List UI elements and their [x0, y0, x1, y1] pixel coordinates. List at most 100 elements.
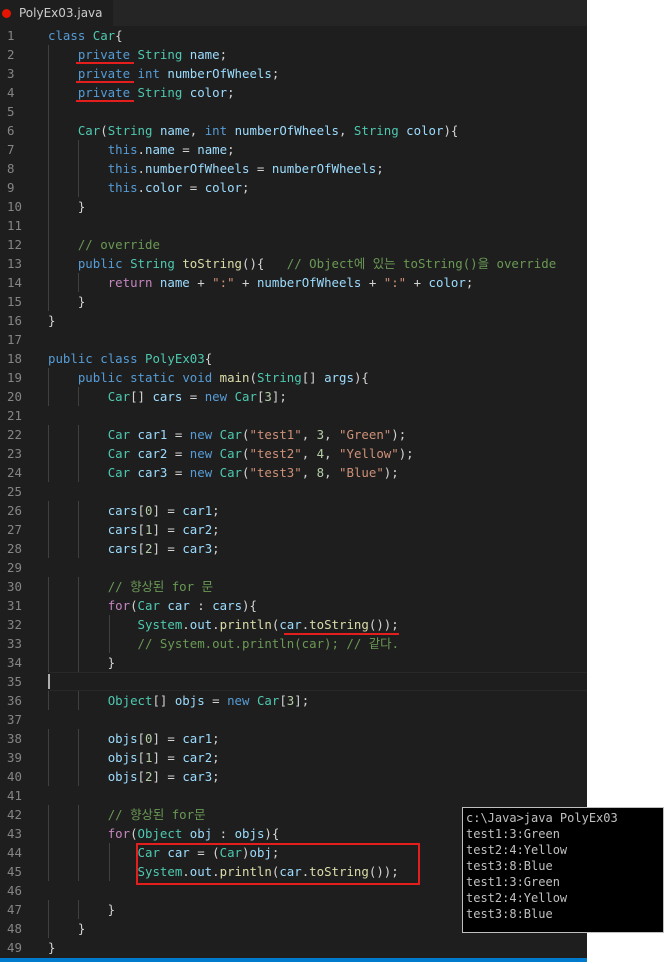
code-token: } — [48, 313, 56, 328]
code-line[interactable]: 14 return name + ":" + numberOfWheels + … — [0, 273, 587, 292]
code-token: [ — [137, 522, 145, 537]
code-line[interactable]: 18 public class PolyEx03{ — [0, 349, 587, 368]
code-token: color — [145, 180, 183, 195]
code-token: private — [77, 47, 131, 62]
code-token: ":" — [383, 275, 407, 290]
code-token: + — [406, 275, 429, 290]
code-line[interactable]: 39 objs[1] = car2; — [0, 748, 587, 767]
code-token: new — [189, 427, 213, 442]
code-line[interactable]: 49} — [0, 938, 587, 957]
code-text: objs[2] = car3; — [48, 767, 220, 786]
line-number: 43 — [7, 826, 22, 841]
code-line[interactable]: 29 — [0, 558, 587, 577]
code-line[interactable]: 36 Object[] objs = new Car[3]; — [0, 691, 587, 710]
line-number: 44 — [7, 845, 22, 860]
code-line[interactable]: 25 — [0, 482, 587, 501]
console-line: test2:4:Yellow — [466, 891, 568, 905]
code-line[interactable]: 20 Car[] cars = new Car[3]; — [0, 387, 587, 406]
code-token: = — [204, 693, 228, 708]
code-line[interactable]: 13 public String toString(){ // Object에 … — [0, 254, 587, 273]
code-line[interactable]: 23 Car car2 = new Car("test2", 4, "Yello… — [0, 444, 587, 463]
code-line[interactable]: 40 objs[2] = car3; — [0, 767, 587, 786]
code-text: public String toString(){ // Object에 있는 … — [48, 254, 556, 273]
code-token: "test3" — [249, 465, 302, 480]
code-text: this.color = color; — [48, 178, 250, 197]
code-token: name — [159, 123, 190, 138]
code-line[interactable]: 28 cars[2] = car3; — [0, 539, 587, 558]
code-line[interactable]: 8 this.numberOfWheels = numberOfWheels; — [0, 159, 587, 178]
code-line[interactable]: 19 public static void main(String[] args… — [0, 368, 587, 387]
code-token: // 향상된 for문 — [107, 807, 206, 822]
line-number: 24 — [7, 465, 22, 480]
code-line[interactable]: 5 — [0, 102, 587, 121]
line-number: 3 — [7, 66, 15, 81]
code-token: Car — [256, 693, 280, 708]
code-line[interactable]: 33 // System.out.println(car); // 같다. — [0, 634, 587, 653]
code-token: System — [137, 617, 183, 632]
code-token: class — [100, 351, 138, 366]
console-output-window: c:\Java>java PolyEx03 test1:3:Green test2:… — [462, 807, 664, 933]
code-line[interactable]: 16} — [0, 311, 587, 330]
code-token: "Blue" — [339, 465, 384, 480]
indent-guide — [48, 102, 49, 121]
code-line[interactable]: 34 } — [0, 653, 587, 672]
code-line[interactable]: 6 Car(String name, int numberOfWheels, S… — [0, 121, 587, 140]
code-line[interactable]: 21 — [0, 406, 587, 425]
code-line[interactable]: 35 — [0, 672, 587, 691]
code-token: [ — [137, 503, 145, 518]
annotation-underline-tostring — [284, 633, 399, 635]
code-token: ]; — [294, 693, 310, 708]
code-line[interactable]: 31 for(Car car : cars){ — [0, 596, 587, 615]
line-number: 19 — [7, 370, 22, 385]
tab-polyex03-java[interactable]: PolyEx03.java — [0, 0, 113, 26]
code-line[interactable]: 27 cars[1] = car2; — [0, 520, 587, 539]
code-line[interactable]: 38 objs[0] = car1; — [0, 729, 587, 748]
code-token: ] = — [152, 750, 183, 765]
code-token: name — [189, 47, 220, 62]
code-line[interactable]: 15 } — [0, 292, 587, 311]
code-line[interactable]: 22 Car car1 = new Car("test1", 3, "Green… — [0, 425, 587, 444]
code-token: new — [189, 446, 213, 461]
console-line: c:\Java>java PolyEx03 — [466, 811, 618, 825]
code-line[interactable]: 17 — [0, 330, 587, 349]
code-line[interactable]: 24 Car car3 = new Car("test3", 8, "Blue"… — [0, 463, 587, 482]
code-token: ; — [227, 85, 235, 100]
code-token: { — [204, 351, 213, 366]
code-line[interactable]: 12 // override — [0, 235, 587, 254]
code-line[interactable]: 11 — [0, 216, 587, 235]
code-token: ); — [391, 427, 407, 442]
code-token: , — [301, 427, 317, 442]
code-token: car — [279, 617, 302, 632]
current-line-highlight — [48, 672, 587, 691]
code-token: } — [48, 902, 116, 917]
code-token: ){ — [353, 370, 369, 385]
code-token: ( — [249, 370, 257, 385]
code-line[interactable]: 30 // 향상된 for 문 — [0, 577, 587, 596]
code-line[interactable]: 32 System.out.println(car.toString()); — [0, 615, 587, 634]
code-line[interactable]: 9 this.color = color; — [0, 178, 587, 197]
code-token: out — [189, 617, 213, 632]
annotation-underline-private-3 — [76, 81, 134, 83]
code-token: ; — [219, 47, 228, 62]
code-line[interactable]: 1 class Car{ — [0, 26, 587, 45]
code-line[interactable]: 41 — [0, 786, 587, 805]
code-token: Object — [107, 693, 153, 708]
code-text: cars[0] = car1; — [48, 501, 220, 520]
code-text: Car car2 = new Car("test2", 4, "Yellow")… — [48, 444, 414, 463]
code-line[interactable]: 7 this.name = name; — [0, 140, 587, 159]
code-line[interactable]: 37 — [0, 710, 587, 729]
code-token: String — [256, 370, 302, 385]
code-line[interactable]: 26 cars[0] = car1; — [0, 501, 587, 520]
code-token: , — [189, 123, 205, 138]
code-token: + — [361, 275, 384, 290]
code-line[interactable]: 10 } — [0, 197, 587, 216]
